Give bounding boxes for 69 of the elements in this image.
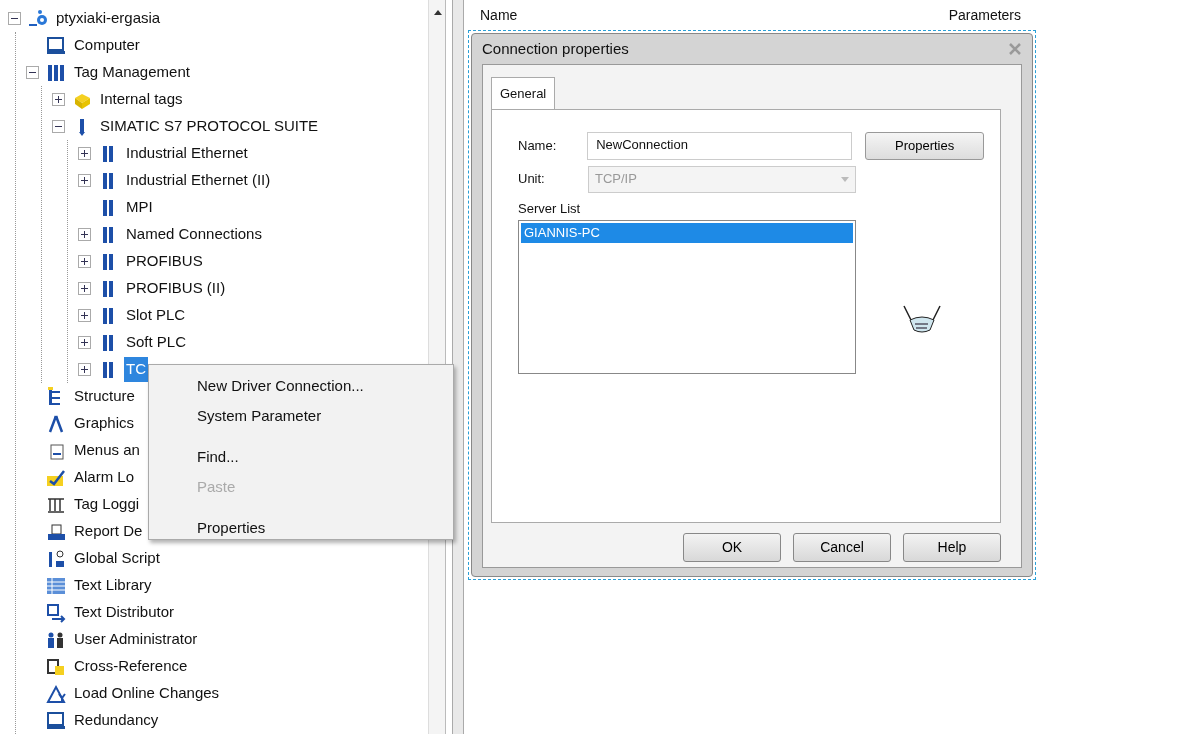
field-label: Name:	[518, 136, 558, 155]
expander-icon[interactable]	[78, 146, 92, 161]
menu-item[interactable]: New Driver Connection...	[149, 371, 453, 401]
tree-item[interactable]: Computer	[72, 33, 142, 58]
expander-icon[interactable]	[52, 119, 66, 134]
tree-item[interactable]: ptyxiaki-ergasia	[54, 6, 163, 31]
tree-item[interactable]: Redundancy	[72, 708, 161, 733]
field-label: Unit:	[518, 170, 546, 189]
scroll-up-icon[interactable]	[433, 8, 443, 16]
tree-item[interactable]: SIMATIC S7 PROTOCOL SUITE	[98, 114, 321, 139]
monitor-icon	[46, 35, 66, 56]
grid-icon	[46, 575, 66, 596]
gear-icon	[28, 8, 48, 29]
expander-icon[interactable]	[78, 173, 92, 188]
tree-item[interactable]: Structure	[72, 384, 137, 409]
tree-item[interactable]: Menus an	[72, 438, 142, 463]
tree-item[interactable]: PROFIBUS	[124, 249, 205, 274]
expander-icon[interactable]	[78, 308, 92, 323]
tree-item[interactable]: Alarm Lo	[72, 465, 137, 490]
expander-icon[interactable]	[26, 65, 40, 80]
column-header[interactable]: Parameters	[948, 4, 1021, 26]
menu-item[interactable]: Find...	[149, 442, 453, 472]
properties-button[interactable]: Properties	[865, 131, 984, 160]
name-field[interactable]: NewConnection	[587, 131, 853, 160]
tree-item[interactable]: Internal tags	[98, 87, 185, 112]
tree-item[interactable]: Cross-Reference	[72, 654, 190, 679]
expander-icon[interactable]	[52, 92, 66, 107]
bars-icon	[46, 62, 66, 83]
cross-reference-icon	[46, 656, 66, 677]
script-icon	[46, 548, 66, 569]
menu-item[interactable]: System Parameter	[149, 401, 453, 431]
transfer-icon	[46, 602, 66, 623]
compass-icon	[46, 413, 66, 434]
column-header[interactable]: Name	[480, 4, 518, 26]
dialog-button[interactable]: Help	[903, 532, 1001, 562]
tree-item[interactable]: Graphics	[72, 411, 137, 436]
tree-item[interactable]: Tag Management	[72, 60, 192, 85]
tree-item[interactable]: Text Distributor	[72, 600, 177, 625]
tree-item[interactable]: Industrial Ethernet (II)	[124, 168, 273, 193]
server-list[interactable]: GIANNIS-PC	[518, 220, 856, 374]
tree-item[interactable]: Text Library	[72, 573, 154, 598]
list-item[interactable]: GIANNIS-PC	[521, 223, 853, 243]
menu-item[interactable]: Properties	[149, 513, 453, 543]
tree-item[interactable]: User Administrator	[72, 627, 200, 652]
expander-icon[interactable]	[78, 254, 92, 269]
expander-icon[interactable]	[8, 11, 22, 26]
tree-item[interactable]: Soft PLC	[124, 330, 189, 355]
monitor-icon	[46, 710, 66, 731]
dialog-button[interactable]: OK	[683, 532, 781, 562]
expander-icon[interactable]	[78, 281, 92, 296]
dialog-button[interactable]: Cancel	[793, 532, 891, 562]
tree-item[interactable]: Industrial Ethernet	[124, 141, 250, 166]
dialog-title: Connection properties	[482, 38, 629, 59]
tree-item[interactable]: Slot PLC	[124, 303, 188, 328]
tree-item[interactable]: Global Script	[72, 546, 162, 571]
tree-item[interactable]: Load Online Changes	[72, 681, 222, 706]
expander-icon[interactable]	[78, 227, 92, 242]
expander-icon[interactable]	[78, 335, 92, 350]
tree-item[interactable]: Named Connections	[124, 222, 264, 247]
tree-item[interactable]: TC	[124, 357, 148, 382]
expander-icon[interactable]	[78, 362, 92, 377]
tab[interactable]: General	[491, 77, 556, 109]
triangle-icon	[46, 683, 66, 704]
tree-item[interactable]: MPI	[124, 195, 155, 220]
printer-icon	[46, 521, 66, 542]
tree-item[interactable]: Report De	[72, 519, 145, 544]
tree-item[interactable]: Tag Loggi	[72, 492, 142, 517]
list-label: Server List	[518, 199, 582, 218]
tree-item[interactable]: PROFIBUS (II)	[124, 276, 228, 301]
